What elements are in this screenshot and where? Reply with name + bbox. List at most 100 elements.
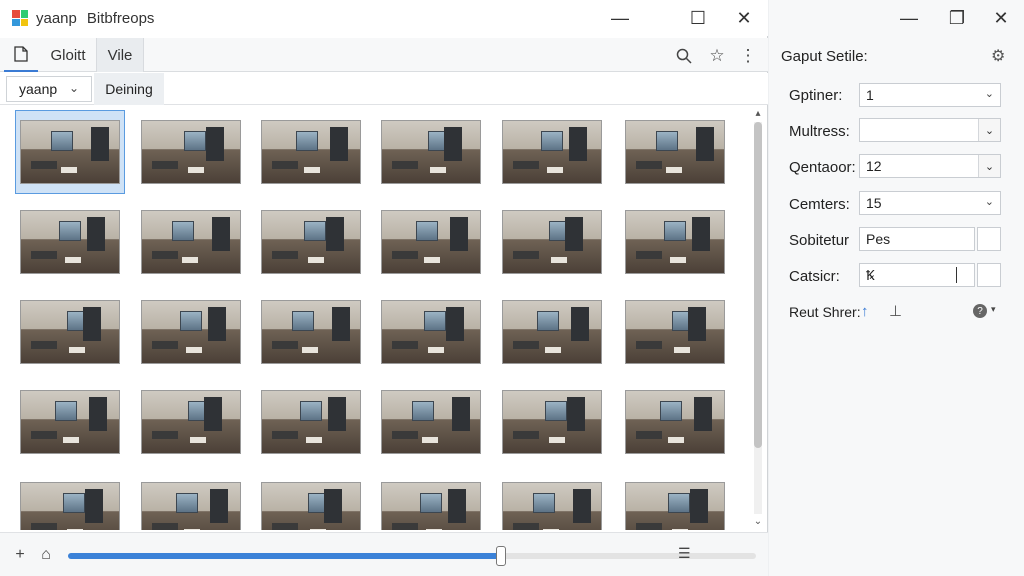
thumbnail-image[interactable] <box>141 482 241 530</box>
catsicr-input[interactable]: Ꝅ <box>859 263 975 287</box>
thumbnail-image[interactable] <box>625 390 725 454</box>
maximize-icon: ☐ <box>689 7 707 28</box>
thumbnail-image[interactable] <box>20 300 120 364</box>
gptiner-select[interactable]: 1 ⌄ <box>859 83 1001 107</box>
thumbnail-image[interactable] <box>261 390 361 454</box>
more-button[interactable]: ⋮ <box>736 44 760 68</box>
thumbnail-image[interactable] <box>20 120 120 184</box>
bottom-bar: + ⌂ ☰ <box>0 532 768 576</box>
add-icon[interactable]: + <box>10 545 30 565</box>
list-view-icon[interactable]: ☰ <box>678 545 691 562</box>
multress-combo[interactable]: ⌄ <box>859 118 1001 142</box>
thumbnail-image[interactable] <box>502 300 602 364</box>
sobitetur-field[interactable]: Pes <box>859 227 1001 251</box>
thumbnail-image[interactable] <box>141 120 241 184</box>
thumbnail-image[interactable] <box>261 482 361 530</box>
zoom-slider-handle[interactable] <box>496 546 506 566</box>
thumbnail-image[interactable] <box>625 120 725 184</box>
arrow-up-icon[interactable]: ↑ <box>861 303 869 320</box>
thumbnail-image[interactable] <box>381 120 481 184</box>
thumbnail-image[interactable] <box>502 120 602 184</box>
reset-row: Reut Shrer: ↑ ⊥ ? ▾ <box>789 302 1009 324</box>
search-button[interactable] <box>672 44 696 68</box>
catsicr-field[interactable]: Ꝅ <box>859 263 1001 287</box>
star-icon: ☆ <box>709 46 725 65</box>
scroll-up-icon[interactable]: ▴ <box>752 108 764 119</box>
thumbnail-image[interactable] <box>625 300 725 364</box>
sobitetur-button[interactable] <box>977 227 1001 251</box>
sobitetur-value: Pes <box>866 231 891 247</box>
close-icon: ✕ <box>736 7 752 28</box>
desktop-frame: yaanp Bitbfreops — ☐ ✕ Gloitt Vile ☆ ⋮ ya… <box>0 0 1024 576</box>
qentaoor-value: 12 <box>866 158 882 174</box>
thumbnail-image[interactable] <box>141 300 241 364</box>
zoom-slider-fill <box>68 553 501 559</box>
thumbnail-image[interactable] <box>141 210 241 274</box>
thumbnail-image[interactable] <box>381 390 481 454</box>
panel-title: Gaput Setile: <box>781 48 868 65</box>
thumbnail-image[interactable] <box>381 300 481 364</box>
tab-vile[interactable]: Vile <box>96 38 144 72</box>
panel-close-button[interactable]: ✕ <box>981 6 1021 30</box>
thumbnail-image[interactable] <box>502 482 602 530</box>
scroll-thumb[interactable] <box>754 122 762 448</box>
subbar-label[interactable]: Deining <box>94 73 164 105</box>
close-icon: ✕ <box>993 7 1009 28</box>
chevron-down-icon[interactable]: ⌄ <box>978 155 1000 177</box>
thumbnail-image[interactable] <box>20 210 120 274</box>
title-part2: Bitbfreops <box>86 10 155 27</box>
thumbnail-image[interactable] <box>502 210 602 274</box>
thumbnail-image[interactable] <box>625 482 725 530</box>
qentaoor-combo[interactable]: 12 ⌄ <box>859 154 1001 178</box>
tab-gloitt-label: Gloitt <box>50 46 86 64</box>
caret-down-icon[interactable]: ▾ <box>991 304 996 315</box>
panel-restore-button[interactable]: ❐ <box>937 6 977 30</box>
minimize-icon: — <box>611 7 629 28</box>
info-icon[interactable]: ? <box>973 304 987 318</box>
chevron-down-icon[interactable]: ⌄ <box>978 119 1000 141</box>
thumbnail-image[interactable] <box>261 210 361 274</box>
text-cursor <box>956 267 957 283</box>
thumbnail-image[interactable] <box>141 390 241 454</box>
cemters-value: 15 <box>866 195 882 211</box>
title-part1: yaanp <box>36 10 77 27</box>
view-dropdown[interactable]: yaanp ⌄ <box>6 76 92 102</box>
thumbnail-image[interactable] <box>381 210 481 274</box>
thumbnail-image[interactable] <box>261 300 361 364</box>
prop-label-multress: Multress: <box>789 123 850 140</box>
close-button[interactable]: ✕ <box>724 6 764 30</box>
scroll-down-icon[interactable]: ⌄ <box>752 516 764 527</box>
restore-icon: ❐ <box>948 7 966 28</box>
thumbnail-image[interactable] <box>381 482 481 530</box>
maximize-button[interactable]: ☐ <box>678 6 718 30</box>
minimize-icon: — <box>900 7 918 28</box>
cemters-select[interactable]: 15 ⌄ <box>859 191 1001 215</box>
chevron-down-icon: ⌄ <box>984 88 994 100</box>
app-logo-icon <box>12 10 28 26</box>
thumbnail-image[interactable] <box>625 210 725 274</box>
minimize-button[interactable]: — <box>600 6 640 30</box>
more-icon: ⋮ <box>739 46 757 65</box>
panel-minimize-button[interactable]: — <box>889 6 929 30</box>
catsicr-button[interactable] <box>977 263 1001 287</box>
gear-icon[interactable]: ⚙ <box>991 46 1005 66</box>
thumbnail-image[interactable] <box>502 390 602 454</box>
zoom-slider[interactable] <box>68 546 756 566</box>
thumbnail-grid <box>14 110 744 530</box>
vertical-scrollbar[interactable]: ▴ ⌄ <box>752 108 764 528</box>
chevron-down-icon: ⌄ <box>984 196 994 208</box>
thumbnail-image[interactable] <box>20 390 120 454</box>
favorite-button[interactable]: ☆ <box>705 44 729 68</box>
home-icon[interactable]: ⌂ <box>36 545 56 565</box>
sobitetur-input[interactable]: Pes <box>859 227 975 251</box>
tab-gloitt[interactable]: Gloitt <box>40 38 96 72</box>
thumbnail-image[interactable] <box>261 120 361 184</box>
tab-home[interactable] <box>4 38 38 72</box>
prop-label-catsicr: Catsicr: <box>789 268 840 285</box>
window-title: yaanp Bitbfreops <box>36 10 154 27</box>
thumbnail-image[interactable] <box>20 482 120 530</box>
reset-label: Reut Shrer: <box>789 304 861 320</box>
settings-panel: — ❐ ✕ Gaput Setile: ⚙ Gptiner: 1 ⌄ Multr… <box>769 0 1024 576</box>
gptiner-value: 1 <box>866 87 874 103</box>
pin-icon[interactable]: ⊥ <box>889 302 902 320</box>
